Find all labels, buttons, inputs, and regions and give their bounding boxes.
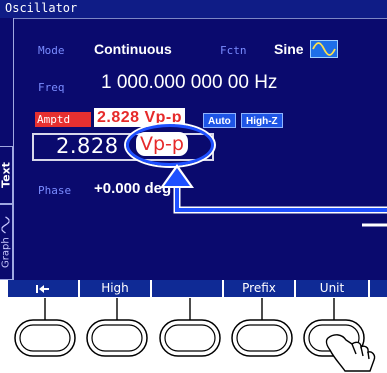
softkey-edge (370, 280, 387, 297)
back-arrow-icon (36, 284, 49, 293)
softkey-back[interactable] (8, 280, 78, 297)
instrument-screen: Oscillator Text Graph Mode Continuous Fc… (0, 0, 387, 298)
softkey-unit[interactable]: Unit (296, 280, 368, 297)
hw-button-1[interactable] (14, 319, 76, 357)
hw-button-3[interactable] (159, 319, 221, 357)
hw-button-4[interactable] (231, 319, 293, 357)
hw-button-2[interactable] (86, 319, 148, 357)
hardware-button-row (14, 298, 376, 372)
softkey-3[interactable] (152, 280, 222, 297)
softkey-high[interactable]: High (80, 280, 150, 297)
pointer-arrow (160, 164, 387, 227)
softkey-prefix[interactable]: Prefix (224, 280, 294, 297)
